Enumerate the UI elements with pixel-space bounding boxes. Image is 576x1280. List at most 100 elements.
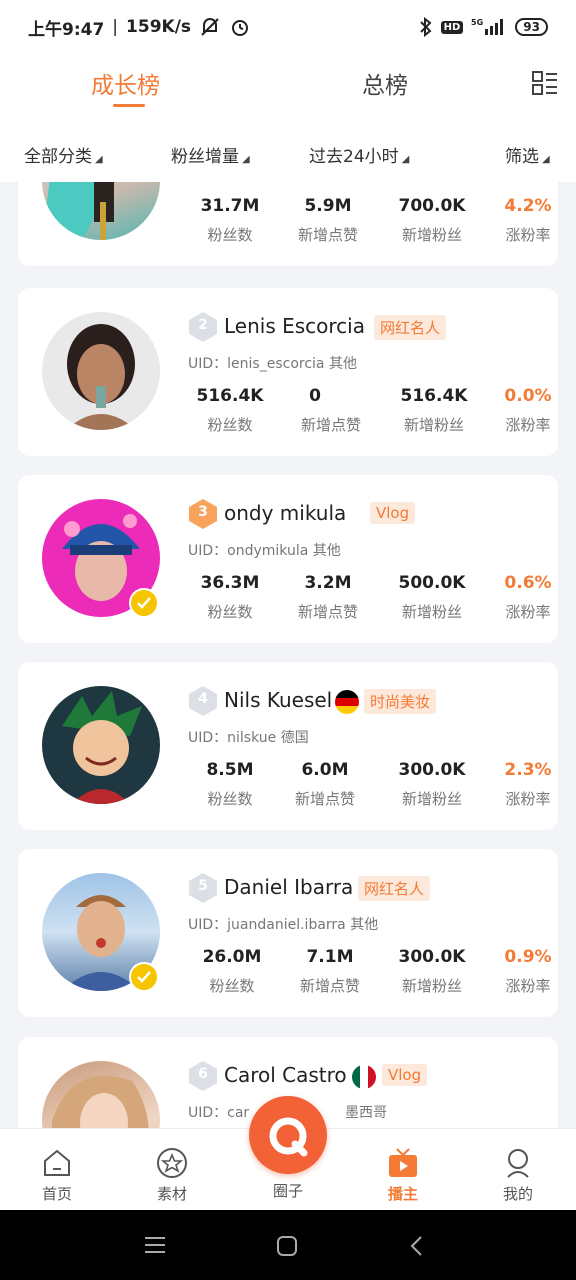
stat-rate-label: 涨粉率 bbox=[505, 603, 551, 621]
signal-icon: 5G bbox=[471, 18, 504, 35]
ranking-card[interactable]: 4 Nils Kuesel 时尚美妆 UID：nilskue 德国 8.5M 粉… bbox=[18, 662, 558, 830]
hd-icon: HD bbox=[440, 20, 464, 34]
back-icon[interactable] bbox=[408, 1235, 424, 1257]
filter-bar: 全部分类 ◢ 粉丝增量 ◢ 过去24小时 ◢ 筛选 ◢ bbox=[0, 124, 576, 182]
home-icon bbox=[44, 1149, 70, 1176]
rank-badge bbox=[189, 686, 217, 716]
filter-screen-label: 筛选 bbox=[505, 147, 539, 167]
tab-total-ranking[interactable]: 总榜 bbox=[362, 66, 408, 100]
nav-circle-label: 圈子 bbox=[272, 1182, 303, 1200]
ranking-card[interactable]: 31.7M 粉丝数 5.9M 新增点赞 700.0K 新增粉丝 4.2% 涨粉率 bbox=[18, 182, 558, 266]
stat-fans-value: 36.3M bbox=[200, 573, 260, 593]
nav-profile-label: 我的 bbox=[502, 1185, 533, 1203]
stat-likes-value: 5.9M bbox=[304, 196, 352, 216]
nav-home-label: 首页 bbox=[41, 1185, 72, 1203]
influencer-name[interactable]: Daniel Ibarra bbox=[224, 875, 353, 899]
verified-badge-icon bbox=[129, 962, 159, 992]
stat-newfans-value: 300.0K bbox=[398, 947, 466, 967]
nav-streamers[interactable]: 播主 bbox=[368, 1147, 438, 1204]
category-tag: 网红名人 bbox=[358, 876, 431, 901]
star-icon bbox=[157, 1148, 187, 1178]
bluetooth-icon bbox=[419, 17, 432, 37]
filter-timeframe[interactable]: 过去24小时 ◢ bbox=[309, 142, 409, 167]
filter-metric-label: 粉丝增量 bbox=[171, 147, 239, 167]
nav-home[interactable]: 首页 bbox=[22, 1147, 92, 1204]
influencer-name[interactable]: Nils Kuesel bbox=[224, 688, 332, 712]
rank-badge bbox=[189, 873, 217, 903]
filter-timeframe-label: 过去24小时 bbox=[309, 147, 399, 167]
nav-materials-label: 素材 bbox=[156, 1185, 187, 1203]
circle-q-icon bbox=[269, 1117, 308, 1157]
stat-newfans-label: 新增粉丝 bbox=[401, 603, 462, 621]
stat-likes-value: 0 bbox=[309, 386, 321, 406]
circle-fab-button[interactable] bbox=[249, 1096, 327, 1174]
nav-streamers-label: 播主 bbox=[387, 1185, 418, 1203]
filter-category-label: 全部分类 bbox=[24, 147, 92, 167]
stat-fans-value: 26.0M bbox=[202, 947, 262, 967]
system-navigation-bar bbox=[0, 1210, 576, 1280]
stat-rate-value: 0.0% bbox=[504, 386, 552, 406]
alarm-icon bbox=[232, 20, 249, 36]
influencer-name[interactable]: Lenis Escorcia bbox=[224, 314, 365, 338]
rank-badge bbox=[189, 1061, 217, 1091]
ranking-card[interactable]: 5 Daniel Ibarra 网红名人 UID：juandaniel.ibar… bbox=[18, 849, 558, 1017]
stat-likes-label: 新增点赞 bbox=[297, 226, 358, 244]
tv-play-icon bbox=[389, 1148, 417, 1177]
flag-germany-icon bbox=[335, 690, 359, 714]
influencer-uid: UID：juandaniel.ibarra 其他 bbox=[188, 917, 379, 933]
stat-likes-label: 新增点赞 bbox=[297, 603, 358, 621]
influencer-uid: UID：car bbox=[188, 1105, 250, 1121]
ranking-card[interactable]: 3 ondy mikula Vlog UID：ondymikula 其他 36.… bbox=[18, 475, 558, 643]
stat-likes-value: 7.1M bbox=[306, 947, 354, 967]
stat-rate-value: 2.3% bbox=[504, 760, 552, 780]
stat-newfans-label: 新增粉丝 bbox=[403, 416, 464, 434]
flag-mexico-icon bbox=[352, 1065, 376, 1089]
category-tag: Vlog bbox=[382, 1064, 428, 1086]
influencer-name[interactable]: Carol Castro bbox=[224, 1063, 347, 1087]
filter-screen[interactable]: 筛选 ◢ bbox=[505, 142, 550, 167]
caret-icon: ◢ bbox=[401, 154, 410, 165]
stat-newfans-value: 700.0K bbox=[398, 196, 466, 216]
stat-fans-label: 粉丝数 bbox=[207, 416, 253, 434]
caret-icon: ◢ bbox=[95, 154, 103, 165]
stat-rate-label: 涨粉率 bbox=[505, 790, 551, 808]
home-system-icon[interactable] bbox=[276, 1235, 298, 1257]
stat-likes-value: 6.0M bbox=[301, 760, 349, 780]
battery-indicator: 93 bbox=[515, 18, 548, 36]
avatar bbox=[42, 182, 160, 240]
influencer-uid: UID：ondymikula 其他 bbox=[188, 543, 341, 559]
stat-fans-value: 516.4K bbox=[196, 386, 264, 406]
filter-metric[interactable]: 粉丝增量 ◢ bbox=[171, 142, 250, 167]
stat-fans-value: 31.7M bbox=[200, 196, 260, 216]
status-time: 上午9:47 bbox=[28, 19, 105, 40]
stat-likes-label: 新增点赞 bbox=[294, 790, 355, 808]
nav-materials[interactable]: 素材 bbox=[137, 1147, 207, 1204]
category-tag: 网红名人 bbox=[374, 315, 447, 340]
stat-fans-label: 粉丝数 bbox=[207, 790, 253, 808]
mute-icon bbox=[201, 18, 219, 36]
stat-rate-label: 涨粉率 bbox=[505, 416, 551, 434]
stat-rate-label: 涨粉率 bbox=[505, 226, 551, 244]
avatar bbox=[42, 1061, 160, 1128]
caret-icon: ◢ bbox=[542, 154, 550, 165]
header: 成长榜 总榜 bbox=[0, 54, 576, 124]
filter-category[interactable]: 全部分类 ◢ bbox=[24, 142, 103, 167]
recent-apps-icon[interactable] bbox=[144, 1235, 166, 1255]
stat-newfans-label: 新增粉丝 bbox=[401, 790, 462, 808]
stat-fans-label: 粉丝数 bbox=[207, 603, 253, 621]
tab-growth-ranking[interactable]: 成长榜 bbox=[91, 66, 160, 100]
stat-newfans-value: 516.4K bbox=[400, 386, 468, 406]
nav-profile[interactable]: 我的 bbox=[483, 1147, 553, 1204]
stat-fans-label: 粉丝数 bbox=[209, 977, 255, 995]
influencer-country: 墨西哥 bbox=[345, 1105, 387, 1121]
stat-rate-value: 0.9% bbox=[504, 947, 552, 967]
influencer-name[interactable]: ondy mikula bbox=[224, 501, 346, 525]
rank-badge bbox=[189, 499, 217, 529]
stat-likes-value: 3.2M bbox=[304, 573, 352, 593]
list-menu-icon[interactable] bbox=[532, 70, 558, 96]
svg-text:5G: 5G bbox=[471, 18, 483, 27]
ranking-card[interactable]: 2 Lenis Escorcia 网红名人 UID：lenis_escorcia… bbox=[18, 288, 558, 456]
avatar bbox=[42, 312, 160, 430]
stat-likes-label: 新增点赞 bbox=[300, 416, 361, 434]
stat-rate-value: 4.2% bbox=[504, 196, 552, 216]
